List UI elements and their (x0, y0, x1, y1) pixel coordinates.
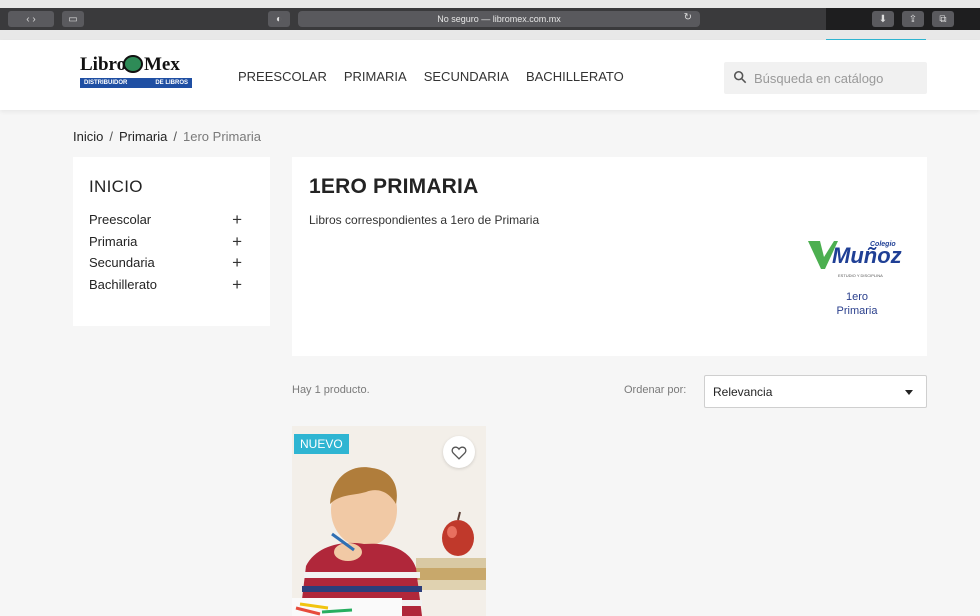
sidebar-item-bachillerato[interactable]: Bachillerato + (89, 274, 254, 296)
school-logo: Colegio Muñoz ESTUDIO Y DISCIPLINA 1ero … (804, 235, 914, 319)
search-box (724, 62, 927, 94)
grade-line-2: Primaria (836, 305, 878, 317)
download-icon[interactable]: ⬇ (872, 11, 894, 27)
sidebar-item-primaria[interactable]: Primaria + (89, 231, 254, 253)
search-input[interactable] (754, 68, 919, 88)
school-tagline: ESTUDIO Y DISCIPLINA (838, 273, 883, 278)
logo-name-left: Libro (80, 54, 127, 75)
category-description: Libros correspondientes a 1ero de Primar… (309, 213, 540, 227)
logo-banner: DISTRIBUIDOR DE LIBROS (80, 78, 192, 88)
back-forward-buttons[interactable]: ‹ › (8, 11, 54, 27)
nav-bachillerato[interactable]: BACHILLERATO (526, 69, 624, 84)
logo-name-right: Mex (144, 54, 180, 75)
sidebar-item-secundaria[interactable]: Secundaria + (89, 252, 254, 274)
product-card[interactable]: NUEVO (292, 426, 486, 616)
breadcrumb-primaria[interactable]: Primaria (119, 129, 167, 144)
sidebar-title[interactable]: INICIO (89, 177, 254, 197)
logo-banner-left: DISTRIBUIDOR (84, 80, 128, 86)
sidebar-item-label[interactable]: Preescolar (89, 212, 151, 227)
search-icon[interactable] (733, 70, 747, 84)
nav-primaria[interactable]: PRIMARIA (344, 69, 407, 84)
breadcrumb-home[interactable]: Inicio (73, 129, 103, 144)
sort-label: Ordenar por: (624, 384, 687, 396)
category-header-block: 1ERO PRIMARIA Libros correspondientes a … (292, 157, 927, 356)
product-count: Hay 1 producto. (292, 384, 370, 396)
expand-plus-icon[interactable]: + (232, 276, 242, 293)
wishlist-button[interactable] (443, 436, 475, 468)
tabs-overview-icon[interactable]: ⧉ (932, 11, 954, 27)
breadcrumb-current: 1ero Primaria (183, 129, 262, 144)
sort-selected-value: Relevancia (713, 385, 773, 399)
sidebar-toggle-icon[interactable]: ▭ (62, 11, 84, 27)
logo-banner-right: DE LIBROS (155, 80, 188, 86)
sidebar-item-preescolar[interactable]: Preescolar + (89, 209, 254, 231)
expand-plus-icon[interactable]: + (232, 254, 242, 271)
breadcrumb-separator: / (109, 129, 113, 144)
expand-plus-icon[interactable]: + (232, 211, 242, 228)
site-logo[interactable]: Libro Mex DISTRIBUIDOR DE LIBROS (80, 54, 192, 90)
category-sidebar: INICIO Preescolar + Primaria + Secundari… (73, 157, 270, 326)
nav-secundaria[interactable]: SECUNDARIA (424, 69, 509, 84)
caret-down-icon (905, 390, 913, 395)
privacy-shield-icon[interactable]: ◐ (268, 11, 290, 27)
expand-plus-icon[interactable]: + (232, 233, 242, 250)
grade-label: 1ero Primaria (834, 290, 880, 318)
browser-chrome: ‹ › ▭ ◐ No seguro — libromex.com.mx ↻ ⬇ … (0, 0, 980, 43)
sidebar-item-label[interactable]: Primaria (89, 234, 137, 249)
main-nav: PREESCOLAR PRIMARIA SECUNDARIA BACHILLER… (238, 69, 624, 84)
address-bar[interactable]: No seguro — libromex.com.mx ↻ (298, 11, 700, 27)
url-text: No seguro — libromex.com.mx (437, 14, 561, 24)
reload-icon[interactable]: ↻ (684, 12, 692, 23)
page-title: 1ERO PRIMARIA (309, 175, 479, 198)
sort-dropdown[interactable]: Relevancia (704, 375, 927, 408)
school-name: Muñoz (832, 243, 902, 268)
site-header: Libro Mex DISTRIBUIDOR DE LIBROS PREESCO… (0, 40, 980, 110)
new-badge: NUEVO (294, 434, 349, 454)
nav-preescolar[interactable]: PREESCOLAR (238, 69, 327, 84)
grade-line-1: 1ero (845, 291, 869, 303)
heart-icon (451, 445, 467, 460)
share-icon[interactable]: ⇪ (902, 11, 924, 27)
sidebar-item-label[interactable]: Secundaria (89, 255, 155, 270)
globe-icon (123, 55, 143, 73)
breadcrumb-separator: / (173, 129, 178, 144)
sidebar-item-label[interactable]: Bachillerato (89, 277, 157, 292)
breadcrumb: Inicio / Primaria / 1ero Primaria (73, 129, 261, 144)
